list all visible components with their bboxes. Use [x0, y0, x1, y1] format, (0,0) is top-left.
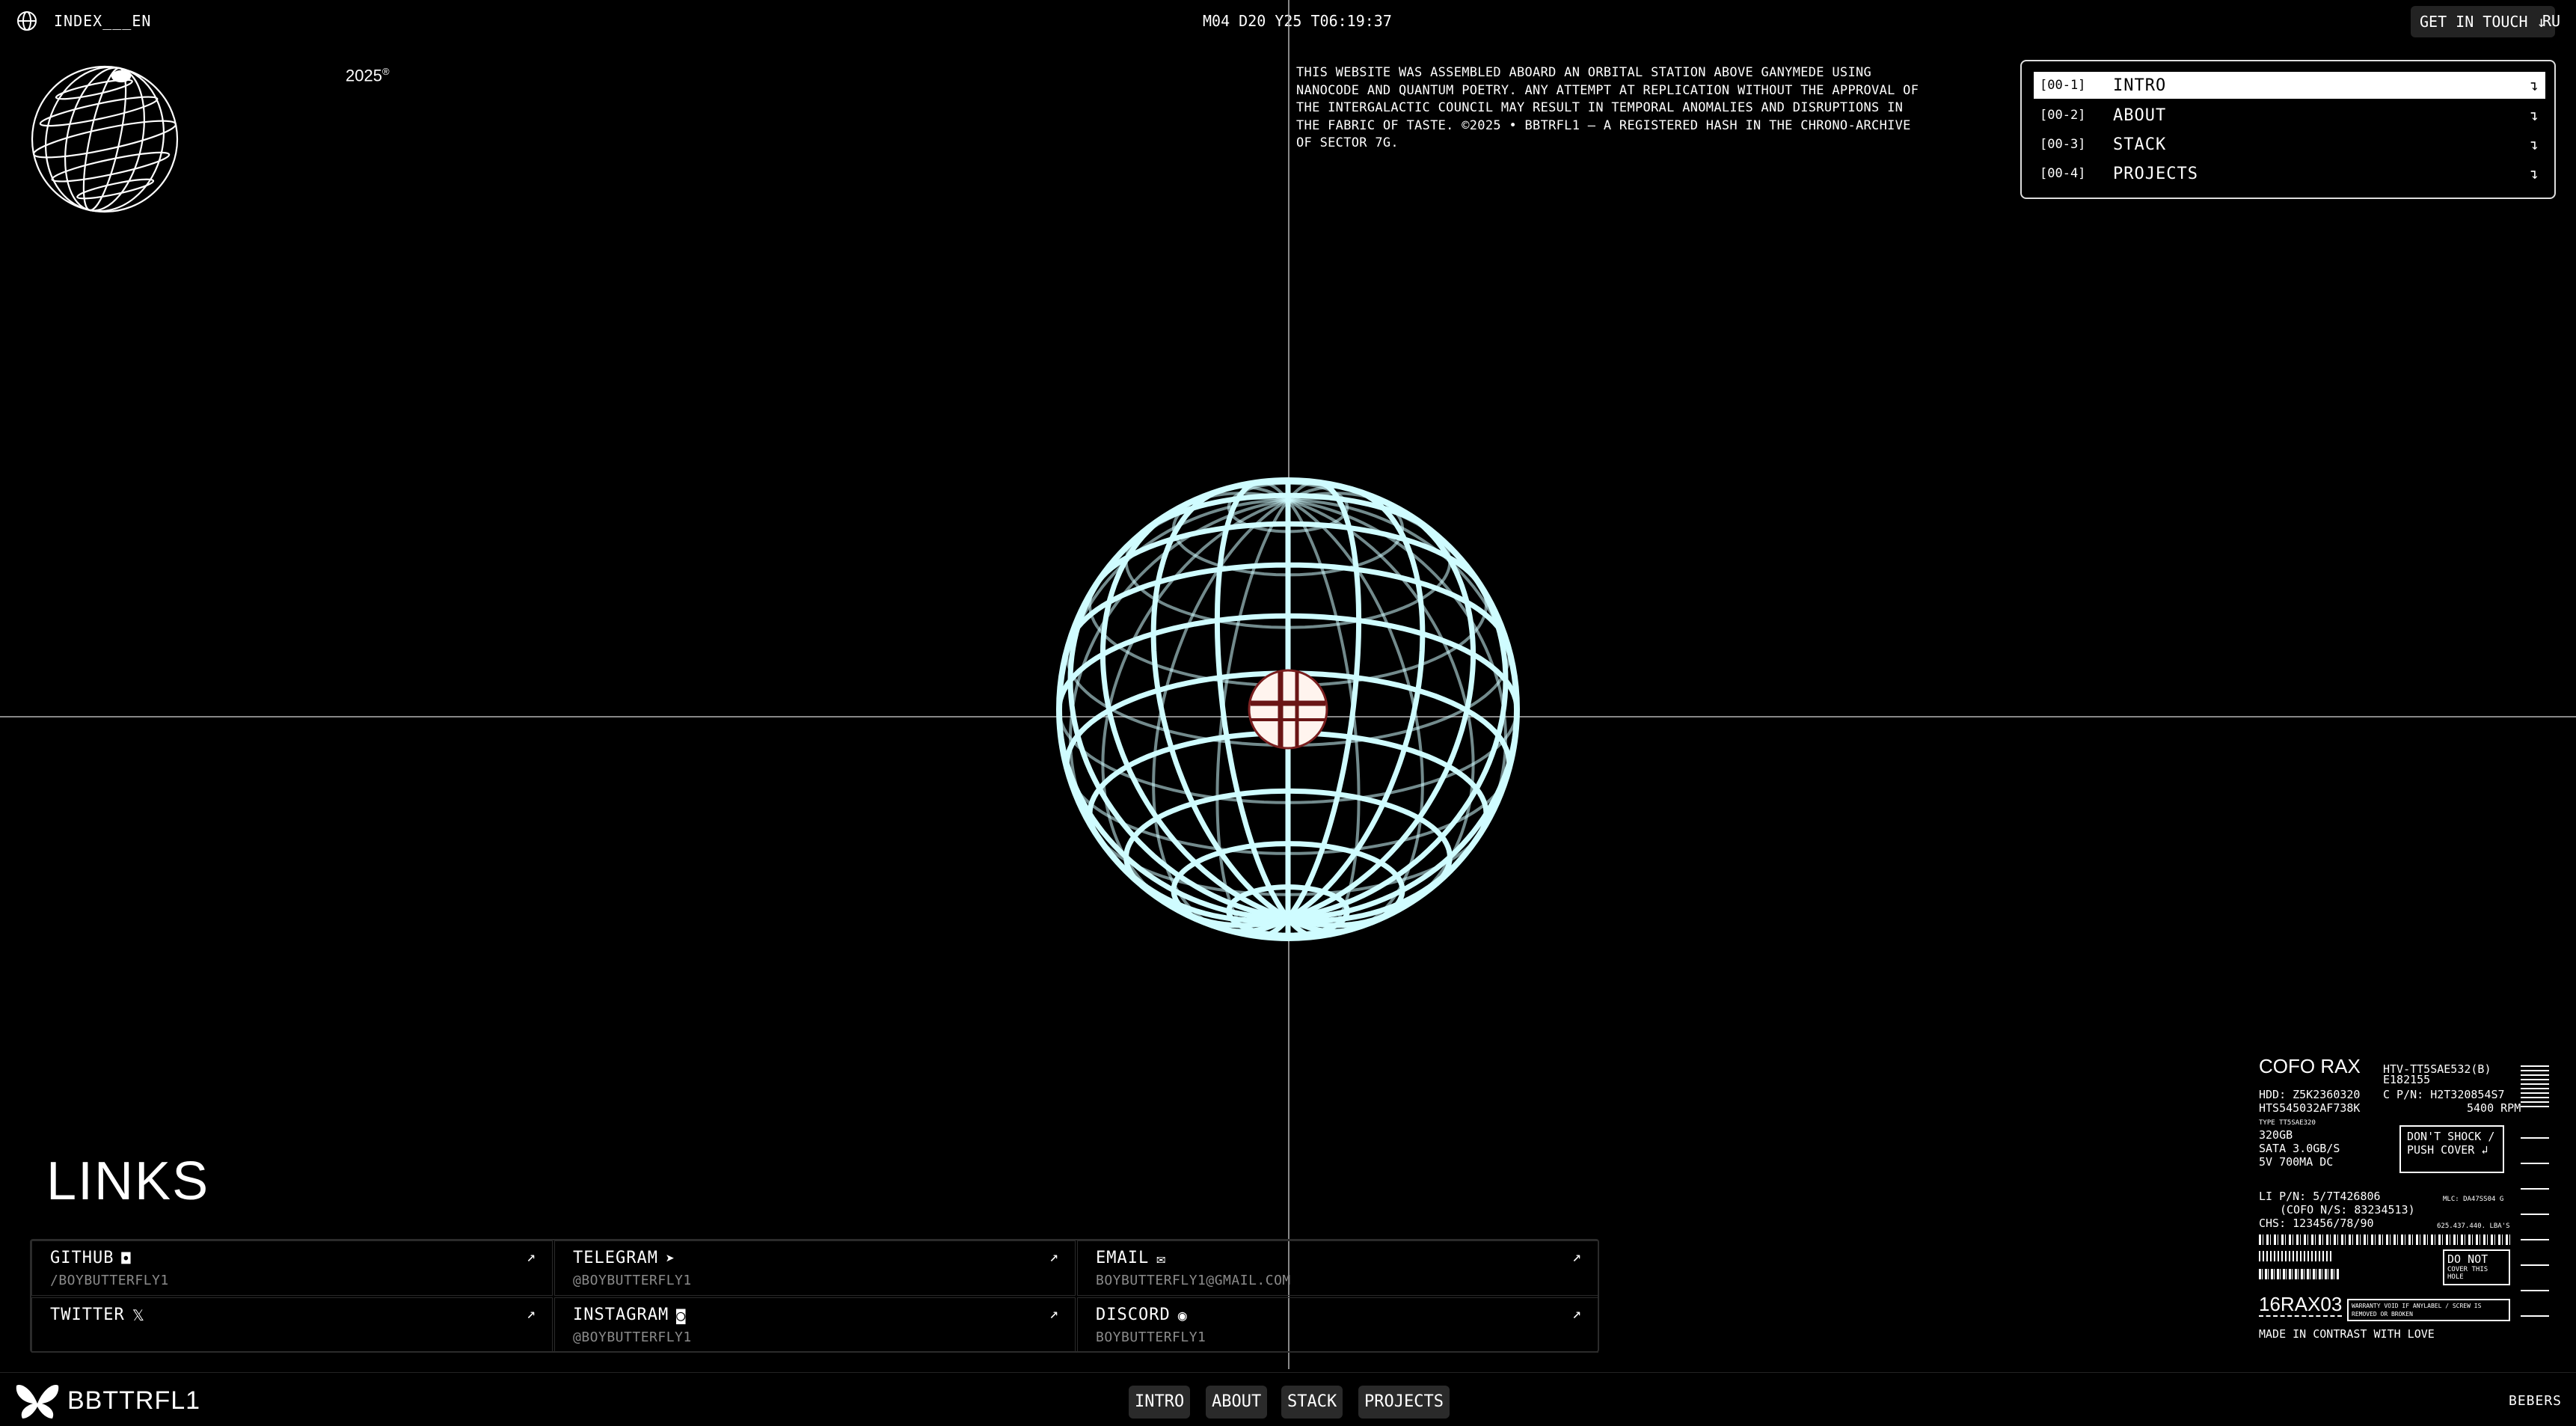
sticker-mlc: MLC: DA47SS04 G	[2443, 1196, 2504, 1203]
tab-intro[interactable]: INTRO	[1129, 1386, 1191, 1419]
sticker-chs: CHS: 123456/78/90	[2259, 1217, 2374, 1230]
sticker-sata: SATA 3.0GB/S	[2259, 1142, 2340, 1155]
globe-core	[1248, 669, 1328, 750]
side-stripes	[2521, 1065, 2549, 1110]
email-icon: ✉	[1156, 1249, 1167, 1267]
mini-globe-icon	[31, 65, 179, 213]
butterfly-logo-icon	[16, 1385, 59, 1419]
nav-item-label: INTRO	[2113, 76, 2167, 95]
sticker-power: 5V 700MA DC	[2259, 1155, 2334, 1169]
sticker-capacity: 320GB	[2259, 1128, 2293, 1142]
tab-about[interactable]: ABOUT	[1206, 1386, 1268, 1419]
disclaimer-text: THIS WEBSITE WAS ASSEMBLED ABOARD AN ORB…	[1296, 65, 1919, 150]
external-arrow-icon: ↗	[1571, 1304, 1581, 1322]
discord-icon: ◉	[1177, 1306, 1188, 1324]
language-toggle[interactable]: RU	[2542, 12, 2560, 30]
side-ticks	[2521, 1137, 2549, 1332]
sticker-rpm: 5400 RPM	[2467, 1101, 2521, 1115]
nav-item-projects[interactable]: [00-4] PROJECTS ↴	[2034, 160, 2545, 187]
barcode	[2259, 1251, 2334, 1261]
sticker-chs2: 625.437.440. LBA'S	[2437, 1222, 2510, 1230]
link-name: GITHUB	[50, 1249, 114, 1267]
link-name: TELEGRAM	[573, 1249, 658, 1267]
brand-home-link[interactable]: BBTTRFL1	[15, 1381, 200, 1420]
tab-stack[interactable]: STACK	[1281, 1386, 1343, 1419]
link-handle: @BOYBUTTERFLY1	[573, 1273, 692, 1288]
links-grid: GITHUB ◘ /BOYBUTTERFLY1 ↗ TELEGRAM ➤ @BOYB…	[30, 1239, 1599, 1353]
link-handle: /BOYBUTTERFLY1	[50, 1273, 169, 1288]
nav-item-number: [00-1]	[2040, 78, 2086, 93]
link-name: INSTAGRAM	[573, 1306, 669, 1324]
link-discord[interactable]: DISCORD ◉ BOYBUTTERFLY1 ↗	[1077, 1297, 1598, 1353]
nav-item-intro[interactable]: [00-1] INTRO ↴	[2034, 72, 2545, 99]
link-name: EMAIL	[1096, 1249, 1150, 1267]
link-github[interactable]: GITHUB ◘ /BOYBUTTERFLY1 ↗	[31, 1240, 553, 1296]
external-arrow-icon: ↗	[526, 1304, 536, 1322]
cover-hole-label: COVER THIS HOLE	[2447, 1266, 2488, 1281]
do-not-cover-box: DO NOT COVER THIS HOLE	[2443, 1249, 2510, 1285]
return-arrow-icon: ↴	[2529, 76, 2539, 94]
return-arrow-icon: ↴	[2529, 165, 2539, 183]
x-icon: 𝕏	[132, 1306, 145, 1324]
external-arrow-icon: ↗	[526, 1247, 536, 1265]
warranty-box: WARRANTY VOID IF ANYLABEL / SCREW IS REM…	[2347, 1299, 2510, 1321]
sticker-made-in: MADE IN CONTRAST WITH LOVE	[2259, 1327, 2435, 1341]
nav-item-stack[interactable]: [00-3] STACK ↴	[2034, 131, 2545, 158]
external-arrow-icon: ↗	[1571, 1247, 1581, 1265]
tab-projects[interactable]: PROJECTS	[1358, 1386, 1450, 1419]
nav-item-about[interactable]: [00-2] ABOUT ↴	[2034, 102, 2545, 129]
github-icon: ◘	[121, 1249, 132, 1267]
barcode	[2259, 1269, 2340, 1279]
sticker-cpn: C P/N: H2T320854S7	[2383, 1088, 2505, 1101]
sticker-model2: E182155	[2383, 1073, 2431, 1086]
return-arrow-icon: ↴	[2529, 106, 2539, 124]
wireframe-globe[interactable]	[1049, 470, 1527, 949]
get-in-touch-button[interactable]: GET IN TOUCH ↓	[2411, 6, 2555, 37]
language-globe-icon[interactable]	[15, 9, 39, 33]
link-handle: BOYBUTTERFLY1@GMAIL.COM	[1096, 1273, 1291, 1288]
link-instagram[interactable]: INSTAGRAM ◙ @BOYBUTTERFLY1 ↗	[554, 1297, 1076, 1353]
get-in-touch-label: GET IN TOUCH	[2420, 13, 2528, 31]
sticker-cofo-ns: (COFO N/S: 83234513)	[2280, 1203, 2415, 1217]
hdd-sticker-label: COFO RAX HTV-TT5SAE532(B) E182155 HDD: Z…	[2257, 1055, 2557, 1348]
link-name: TWITTER	[50, 1306, 125, 1324]
nav-item-number: [00-2]	[2040, 108, 2086, 123]
credit-label: BEBERS	[2509, 1393, 2563, 1409]
link-email[interactable]: EMAIL ✉ BOYBUTTERFLY1@GMAIL.COM ↗	[1077, 1240, 1598, 1296]
sticker-shock-box: DON'T SHOCK / PUSH COVER ↲	[2399, 1125, 2504, 1173]
instagram-icon: ◙	[676, 1306, 687, 1324]
return-arrow-icon: ↴	[2529, 135, 2539, 153]
sticker-brand: COFO RAX	[2259, 1055, 2361, 1077]
footer-divider	[0, 1372, 2576, 1373]
nav-item-number: [00-4]	[2040, 166, 2086, 181]
links-heading: LINKS	[46, 1151, 210, 1211]
sticker-code: 16RAX03	[2259, 1293, 2343, 1317]
nav-item-label: ABOUT	[2113, 105, 2167, 125]
brand-name: BBTTRFL1	[67, 1386, 201, 1415]
link-handle: @BOYBUTTERFLY1	[573, 1329, 692, 1345]
sticker-hdd: HDD: Z5K2360320	[2259, 1088, 2361, 1101]
year-value: 2025	[346, 66, 382, 85]
external-arrow-icon: ↗	[1049, 1247, 1058, 1265]
section-nav-panel: [00-1] INTRO ↴ [00-2] ABOUT ↴ [00-3] STA…	[2020, 60, 2556, 199]
barcode	[2259, 1234, 2510, 1245]
link-telegram[interactable]: TELEGRAM ➤ @BOYBUTTERFLY1 ↗	[554, 1240, 1076, 1296]
registered-mark: ®	[381, 66, 390, 77]
do-not-label: DO NOT	[2447, 1252, 2488, 1266]
nav-item-label: PROJECTS	[2113, 164, 2198, 183]
external-arrow-icon: ↗	[1049, 1304, 1058, 1322]
link-name: DISCORD	[1096, 1306, 1171, 1324]
link-twitter[interactable]: TWITTER 𝕏 ↗	[31, 1297, 553, 1353]
nav-item-number: [00-3]	[2040, 137, 2086, 152]
telegram-icon: ➤	[665, 1249, 676, 1267]
sticker-hts: HTS545032AF738K	[2259, 1101, 2361, 1115]
index-label: INDEX___EN	[54, 12, 152, 30]
link-handle: BOYBUTTERFLY1	[1096, 1329, 1206, 1345]
nav-item-label: STACK	[2113, 135, 2167, 154]
sticker-lipn: LI P/N: 5/7T426806	[2259, 1190, 2381, 1203]
clock-readout: M04 D20 Y25 T06:19:37	[1203, 12, 1392, 30]
year-label: 2025®	[346, 66, 390, 85]
